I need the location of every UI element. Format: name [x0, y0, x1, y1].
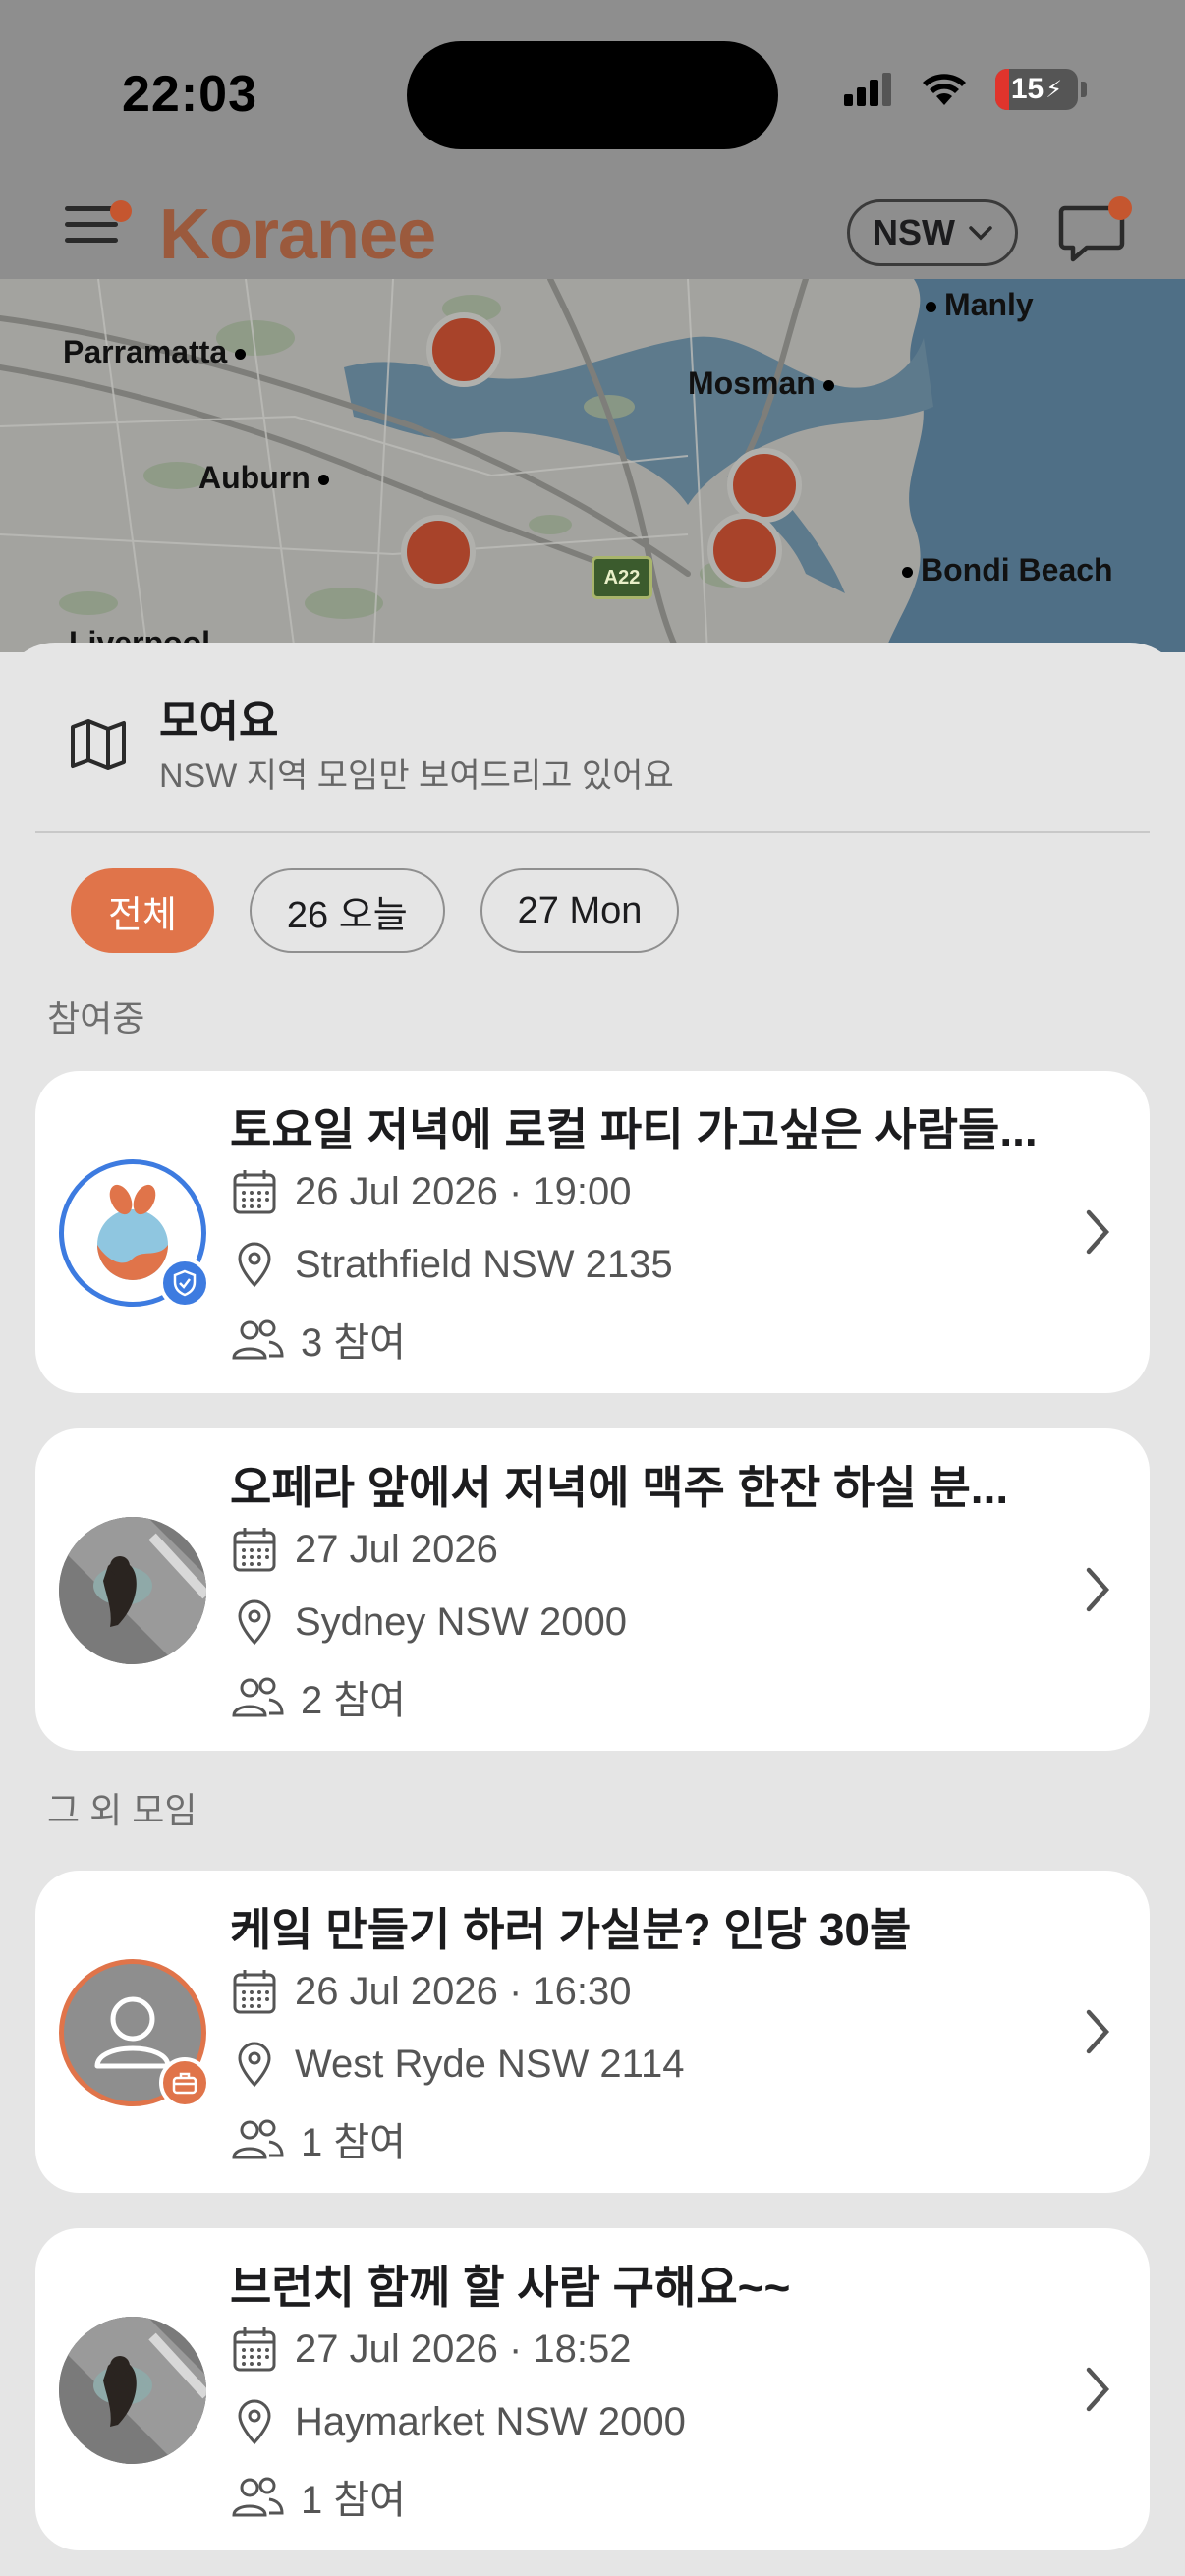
wifi-icon — [923, 74, 966, 105]
verified-shield-icon — [159, 1258, 210, 1309]
location-pin-icon — [238, 2042, 271, 2088]
map-label-parramatta: Parramatta — [63, 334, 254, 370]
chevron-down-icon — [969, 226, 992, 241]
top-bar: 22:03 15 ⚡ Koranee NSW — [0, 0, 1185, 279]
location-pin-icon — [238, 1242, 271, 1288]
map-label-auburn: Auburn — [198, 460, 337, 496]
calendar-icon — [233, 2327, 276, 2372]
calendar-icon — [233, 1970, 276, 2014]
avatar — [59, 2317, 206, 2464]
meetup-card[interactable]: 토요일 저녁에 로컬 파티 가고싶은 사람들... 26 Jul 2026 · … — [35, 1071, 1150, 1393]
region-label: NSW — [873, 212, 955, 252]
chip-all[interactable]: 전체 — [71, 868, 214, 953]
people-icon — [232, 2477, 284, 2517]
meetup-sheet: 모여요 NSW 지역 모임만 보여드리고 있어요 전체 26 오늘 27 Mon… — [0, 643, 1185, 2576]
meetup-card[interactable]: 케잌 만들기 하러 가실분? 인당 30불 26 Jul 2026 · 16:3… — [35, 1871, 1150, 2193]
date-filter-chips: 전체 26 오늘 27 Mon — [71, 868, 680, 953]
road-badge: A22 — [592, 556, 652, 599]
sheet-subtitle: NSW 지역 모임만 보여드리고 있어요 — [159, 757, 674, 795]
dog-photo — [59, 1517, 206, 1664]
calendar-icon — [233, 1170, 276, 1214]
map-marker[interactable] — [426, 312, 501, 387]
meetup-location: Strathfield NSW 2135 — [230, 1240, 673, 1289]
meetup-card[interactable]: 오페라 앞에서 저녁에 맥주 한잔 하실 분... 27 Jul 2026 Sy… — [35, 1428, 1150, 1751]
map-icon — [71, 719, 126, 770]
meetup-card[interactable]: 브런치 함께 할 사람 구해요~~ 27 Jul 2026 · 18:52 Ha… — [35, 2228, 1150, 2550]
battery-level: 15 — [1010, 73, 1044, 105]
sheet-title: 모여요 — [159, 698, 279, 746]
chip-monday[interactable]: 27 Mon — [480, 868, 680, 953]
meetup-attendees: 1 참여 — [230, 2110, 406, 2167]
meetup-datetime: 26 Jul 2026 · 19:00 — [230, 1167, 631, 1216]
meetup-title: 오페라 앞에서 저녁에 맥주 한잔 하실 분... — [230, 1462, 1009, 1513]
status-time: 22:03 — [122, 66, 257, 123]
meetup-location: Sydney NSW 2000 — [230, 1597, 627, 1647]
meetup-title: 브런치 함께 할 사람 구해요~~ — [230, 2262, 791, 2313]
meetup-map[interactable]: Parramatta Manly Mosman Auburn Bondi Bea… — [0, 279, 1185, 652]
chevron-right-icon — [1086, 2009, 1110, 2054]
calendar-icon — [233, 1528, 276, 1572]
app-logo: Koranee — [159, 196, 436, 274]
location-pin-icon — [238, 1599, 271, 1646]
chevron-right-icon — [1086, 1567, 1110, 1612]
meetup-datetime: 26 Jul 2026 · 16:30 — [230, 1967, 631, 2016]
meetup-datetime: 27 Jul 2026 — [230, 1525, 498, 1574]
dog-photo — [59, 2317, 206, 2464]
meetup-attendees: 3 참여 — [230, 1311, 406, 1368]
map-marker[interactable] — [401, 515, 476, 589]
signal-icon — [844, 73, 891, 106]
location-pin-icon — [238, 2399, 271, 2445]
people-icon — [232, 1677, 284, 1717]
map-marker[interactable] — [727, 448, 802, 523]
meetup-attendees: 1 참여 — [230, 2468, 406, 2525]
chat-notification-dot — [1108, 196, 1132, 220]
chevron-right-icon — [1086, 2367, 1110, 2412]
people-icon — [232, 2119, 284, 2159]
briefcase-icon — [159, 2057, 210, 2108]
people-icon — [232, 1319, 284, 1360]
section-label-others: 그 외 모임 — [47, 1790, 198, 1830]
map-marker[interactable] — [707, 513, 782, 588]
chevron-right-icon — [1086, 1209, 1110, 1255]
status-icons: 15 ⚡ — [844, 69, 1087, 110]
avatar — [59, 1517, 206, 1664]
map-label-bondi-beach: Bondi Beach — [894, 552, 1113, 588]
divider — [35, 831, 1150, 833]
meetup-location: West Ryde NSW 2114 — [230, 2040, 684, 2089]
map-label-mosman: Mosman — [688, 365, 842, 402]
meetup-title: 케잌 만들기 하러 가실분? 인당 30불 — [230, 1904, 912, 1955]
meetup-datetime: 27 Jul 2026 · 18:52 — [230, 2324, 631, 2374]
meetup-title: 토요일 저녁에 로컬 파티 가고싶은 사람들... — [230, 1104, 1038, 1155]
meetup-location: Haymarket NSW 2000 — [230, 2397, 686, 2446]
meetup-attendees: 2 참여 — [230, 1668, 406, 1725]
section-label-joined: 참여중 — [47, 998, 145, 1038]
menu-notification-dot — [110, 200, 132, 222]
chip-today[interactable]: 26 오늘 — [249, 868, 445, 953]
map-label-manly: Manly — [918, 287, 1034, 323]
dynamic-island — [407, 41, 778, 149]
region-selector[interactable]: NSW — [847, 199, 1018, 266]
battery-indicator: 15 ⚡ — [995, 69, 1078, 110]
